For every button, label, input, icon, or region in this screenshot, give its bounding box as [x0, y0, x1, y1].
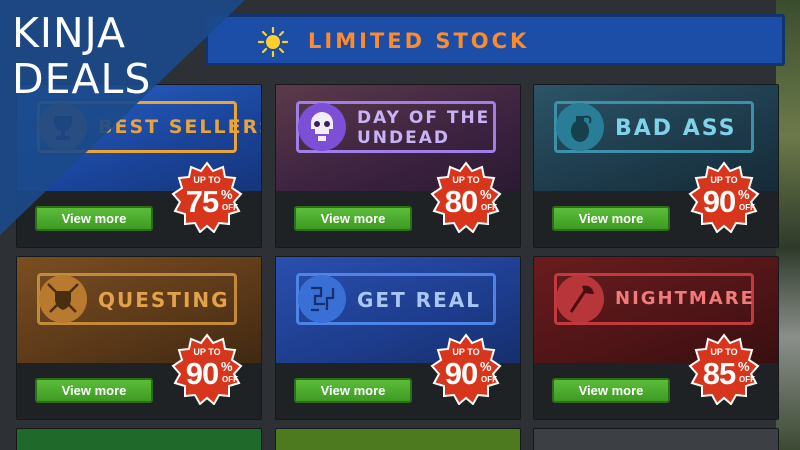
- tile-label-box: QUESTING: [37, 273, 237, 325]
- view-more-button[interactable]: View more: [294, 378, 412, 403]
- deal-tile-day-of-the-undead[interactable]: DAY OF THE UNDEAD View more UP TO 80 % O…: [275, 84, 521, 248]
- badge-percent-sign: %: [221, 187, 233, 202]
- deal-tile-partial[interactable]: [16, 428, 262, 450]
- deal-tile-get-real[interactable]: GET REAL View more UP TO 90 % OFF: [275, 256, 521, 420]
- discount-badge: UP TO 90 % OFF: [171, 333, 243, 406]
- badge-percent-sign: %: [738, 359, 750, 374]
- view-more-button[interactable]: View more: [35, 378, 153, 403]
- sun-icon: [258, 27, 288, 57]
- tile-label: DAY OF THE UNDEAD: [357, 108, 491, 148]
- tile-label: QUESTING: [98, 288, 230, 312]
- badge-percent-sign: %: [221, 359, 233, 374]
- deal-tile-best-sellers[interactable]: BEST SELLERS View more UP TO 75 % OFF: [16, 84, 262, 248]
- banner-title: LIMITED STOCK: [308, 29, 530, 53]
- deal-tile-bad-ass[interactable]: BAD ASS View more UP TO 90 % OFF: [533, 84, 779, 248]
- badge-off: OFF: [481, 375, 497, 384]
- tile-label-box: NIGHTMARE: [554, 273, 754, 325]
- badge-off: OFF: [222, 375, 238, 384]
- circuit-icon: [298, 275, 346, 323]
- view-more-button[interactable]: View more: [35, 206, 153, 231]
- limited-stock-banner[interactable]: LIMITED STOCK: [205, 14, 785, 66]
- deal-tile-partial[interactable]: [275, 428, 521, 450]
- discount-badge: UP TO 85 % OFF: [688, 333, 760, 406]
- deals-page: LIMITED STOCK BEST SELLERS View more UP …: [0, 0, 800, 450]
- discount-badge: UP TO 90 % OFF: [688, 161, 760, 234]
- skull-icon: [298, 103, 346, 151]
- deal-tile-partial[interactable]: [533, 428, 779, 450]
- deal-tile-questing[interactable]: QUESTING View more UP TO 90 % OFF: [16, 256, 262, 420]
- badge-percent-sign: %: [738, 187, 750, 202]
- tile-label: BAD ASS: [615, 116, 737, 141]
- discount-badge: UP TO 75 % OFF: [171, 161, 243, 234]
- grenade-icon: [556, 103, 604, 151]
- view-more-button[interactable]: View more: [552, 378, 670, 403]
- logo-kinja: KINJA: [12, 9, 127, 57]
- tile-label: GET REAL: [357, 288, 481, 312]
- tile-label-box: DAY OF THE UNDEAD: [296, 101, 496, 153]
- view-more-button[interactable]: View more: [552, 206, 670, 231]
- badge-off: OFF: [222, 203, 238, 212]
- badge-percent-sign: %: [480, 359, 492, 374]
- tile-label-box: BAD ASS: [554, 101, 754, 153]
- logo-deals: DEALS: [12, 55, 152, 103]
- tile-label-box: GET REAL: [296, 273, 496, 325]
- background-scenery: [776, 0, 800, 450]
- tile-label: BEST SELLERS: [98, 116, 262, 138]
- discount-badge: UP TO 90 % OFF: [430, 333, 502, 406]
- swords-shield-icon: [39, 275, 87, 323]
- axe-icon: [556, 275, 604, 323]
- tile-label: NIGHTMARE: [615, 288, 755, 309]
- trophy-icon: [39, 103, 87, 151]
- deal-tile-nightmare[interactable]: NIGHTMARE View more UP TO 85 % OFF: [533, 256, 779, 420]
- badge-off: OFF: [481, 203, 497, 212]
- tile-label-box: BEST SELLERS: [37, 101, 261, 153]
- badge-off: OFF: [739, 375, 755, 384]
- badge-off: OFF: [739, 203, 755, 212]
- discount-badge: UP TO 80 % OFF: [430, 161, 502, 234]
- view-more-button[interactable]: View more: [294, 206, 412, 231]
- badge-percent-sign: %: [480, 187, 492, 202]
